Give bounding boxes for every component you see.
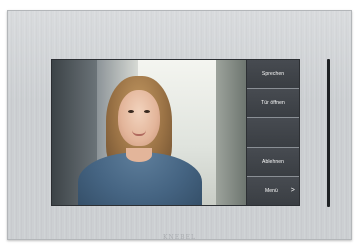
visitor-neck bbox=[126, 148, 152, 162]
open-door-button[interactable]: Tür öffnen bbox=[247, 89, 299, 119]
visitor-face bbox=[118, 90, 160, 146]
video-background-post bbox=[216, 60, 246, 205]
empty-button[interactable] bbox=[247, 118, 299, 148]
brand-logo: KNEBEL bbox=[163, 234, 196, 241]
visitor-eye-right bbox=[144, 110, 150, 113]
camera-video-feed bbox=[52, 60, 246, 205]
reject-button-label: Ablehnen bbox=[262, 158, 284, 165]
open-door-button-label: Tür öffnen bbox=[261, 100, 285, 107]
status-light-bar bbox=[327, 59, 330, 207]
visitor-eye-left bbox=[128, 110, 134, 113]
call-menu: Sprechen Tür öffnen Ablehnen Menü > bbox=[247, 60, 299, 206]
intercom-panel: Sprechen Tür öffnen Ablehnen Menü > KNEB… bbox=[7, 10, 352, 241]
speak-button[interactable]: Sprechen bbox=[247, 60, 299, 90]
reject-button[interactable]: Ablehnen bbox=[247, 147, 299, 177]
chevron-right-icon: > bbox=[290, 187, 295, 195]
menu-button-label: Menü bbox=[265, 187, 278, 194]
display-screen: Sprechen Tür öffnen Ablehnen Menü > bbox=[51, 59, 300, 206]
speak-button-label: Sprechen bbox=[261, 71, 285, 78]
menu-button[interactable]: Menü > bbox=[247, 176, 299, 206]
